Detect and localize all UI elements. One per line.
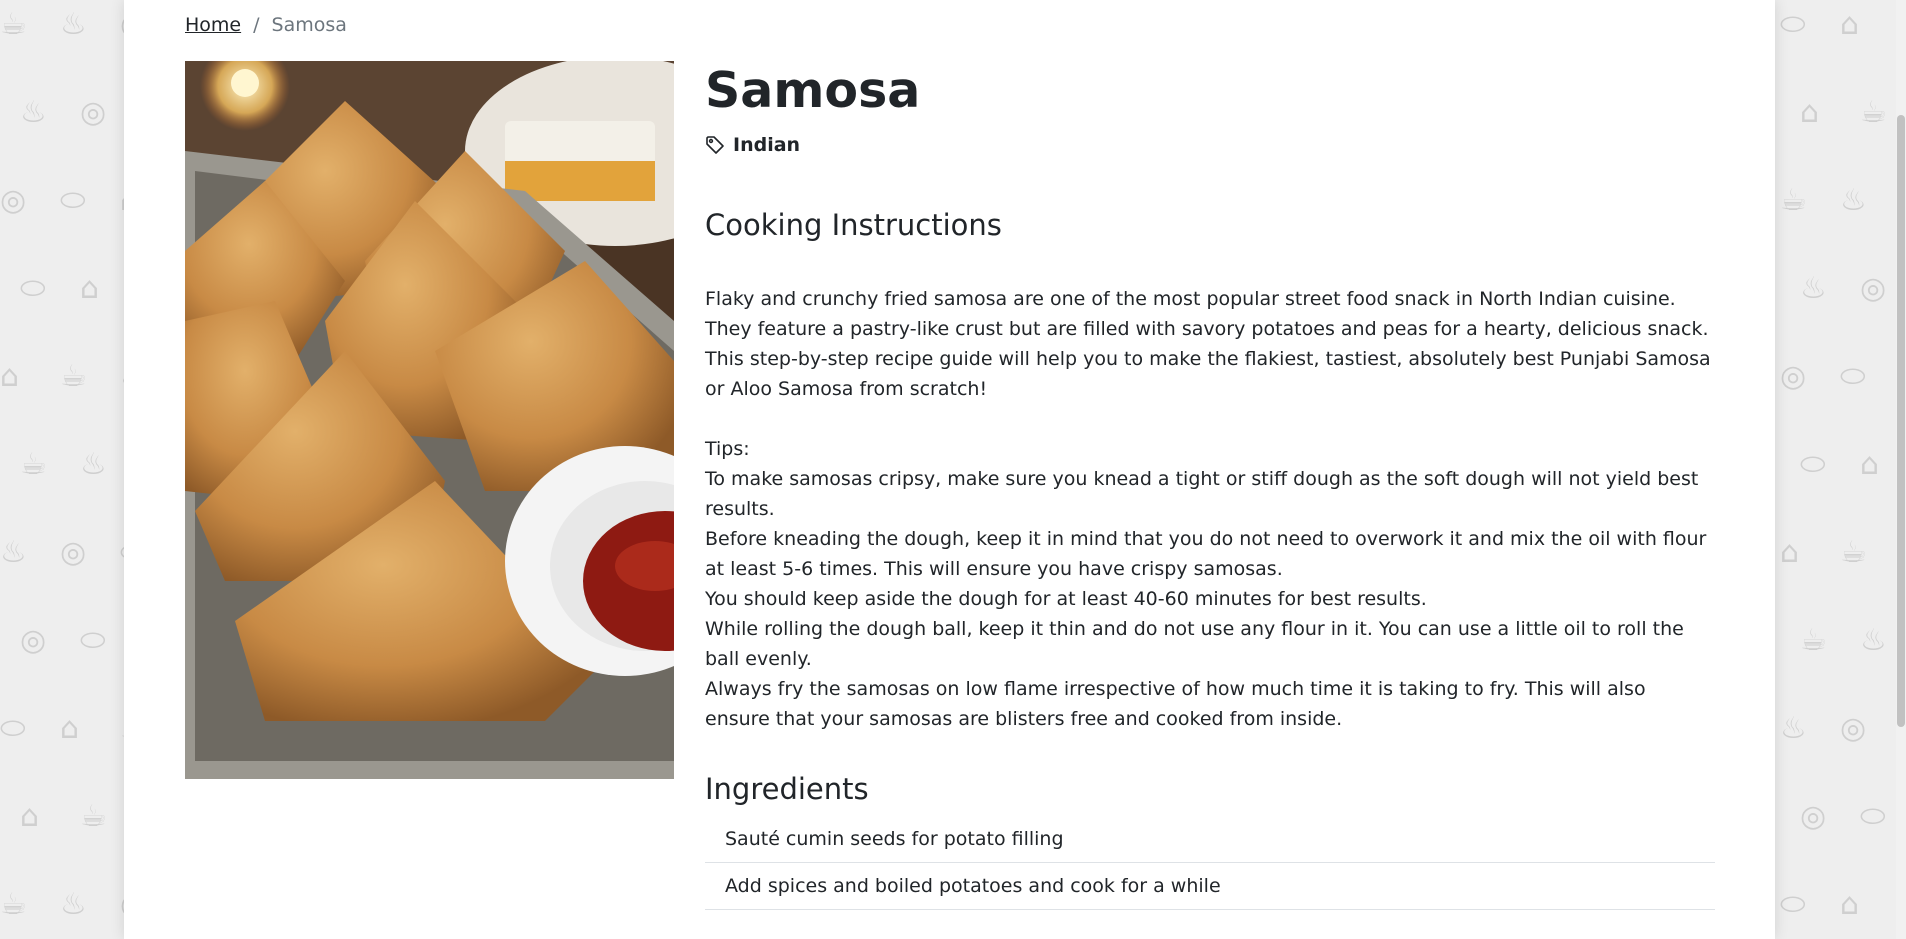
background-food-icon: ☕ <box>1800 623 1827 658</box>
background-food-icon: ♨ <box>1800 271 1827 306</box>
cuisine-label: Indian <box>733 134 801 156</box>
background-food-icon: ◎ <box>1780 359 1807 394</box>
background-food-icon: ☕ <box>1840 535 1867 570</box>
background-food-icon: ⬭ <box>80 623 106 658</box>
background-food-icon: ♨ <box>80 447 107 482</box>
instructions-body: Flaky and crunchy fried samosa are one o… <box>705 284 1715 734</box>
background-food-icon: ⬭ <box>1780 7 1806 42</box>
instructions-intro-line: They feature a pastry-like crust but are… <box>705 318 1709 340</box>
background-food-icon: ⬭ <box>1860 799 1886 834</box>
background-food-icon: ⌂ <box>80 271 100 306</box>
background-food-icon: ⬭ <box>60 183 86 218</box>
breadcrumb-current: Samosa <box>271 14 347 36</box>
breadcrumb: Home / Samosa <box>185 14 347 36</box>
background-food-icon: ⬭ <box>1780 887 1806 922</box>
background-food-icon: ⌂ <box>20 799 40 834</box>
background-food-icon: ☕ <box>0 7 27 42</box>
background-food-icon: ◎ <box>0 183 27 218</box>
background-food-icon: ◎ <box>20 623 47 658</box>
background-food-icon: ☕ <box>60 359 87 394</box>
cuisine-tag: Indian <box>705 134 1715 156</box>
tip-item: Always fry the samosas on low flame irre… <box>705 678 1646 730</box>
background-food-icon: ◎ <box>1800 799 1827 834</box>
background-food-icon: ⬭ <box>1800 447 1826 482</box>
background-food-icon: ♨ <box>0 535 27 570</box>
ingredients-title: Ingredients <box>705 772 869 806</box>
tip-item: To make samosas cripsy, make sure you kn… <box>705 468 1699 520</box>
background-food-icon: ☕ <box>20 447 47 482</box>
instructions-title: Cooking Instructions <box>705 208 1002 242</box>
background-food-icon: ⬭ <box>1840 359 1866 394</box>
background-food-icon: ♨ <box>60 887 87 922</box>
background-food-icon: ♨ <box>1840 183 1867 218</box>
background-food-icon: ♨ <box>60 7 87 42</box>
tip-item: You should keep aside the dough for at l… <box>705 588 1427 610</box>
background-food-icon: ⌂ <box>1800 95 1820 130</box>
ingredients-list: Sauté cumin seeds for potato filling Add… <box>705 816 1715 910</box>
background-food-icon: ◎ <box>1840 711 1867 746</box>
background-food-icon: ⬭ <box>0 711 26 746</box>
background-food-icon: ⌂ <box>1860 447 1880 482</box>
background-food-icon: ⬭ <box>20 271 46 306</box>
background-food-icon: ♨ <box>1780 711 1807 746</box>
tip-item: While rolling the dough ball, keep it th… <box>705 618 1684 670</box>
ingredient-item: Add spices and boiled potatoes and cook … <box>705 863 1715 910</box>
breadcrumb-home-link[interactable]: Home <box>185 14 241 36</box>
background-food-icon: ⌂ <box>1780 535 1800 570</box>
recipe-content: Samosa Indian Cooking Instructions Flaky… <box>705 58 1715 910</box>
tips-label: Tips: <box>705 438 750 460</box>
tip-item: Before kneading the dough, keep it in mi… <box>705 528 1707 580</box>
background-food-icon: ⌂ <box>1840 7 1860 42</box>
scrollbar[interactable] <box>1896 0 1906 939</box>
background-food-icon: ♨ <box>1860 623 1887 658</box>
background-food-icon: ☕ <box>1860 95 1887 130</box>
background-food-icon: ⌂ <box>0 359 20 394</box>
background-food-icon: ☕ <box>1780 183 1807 218</box>
background-food-icon: ◎ <box>60 535 87 570</box>
scrollbar-thumb[interactable] <box>1897 115 1905 727</box>
tag-icon <box>706 136 724 154</box>
background-food-icon: ⌂ <box>1840 887 1860 922</box>
instructions-intro-line: This step-by-step recipe guide will help… <box>705 348 1711 400</box>
background-food-icon: ⌂ <box>60 711 80 746</box>
background-food-icon: ◎ <box>80 95 107 130</box>
recipe-image <box>185 61 674 779</box>
ingredient-item: Sauté cumin seeds for potato filling <box>705 816 1715 863</box>
recipe-title: Samosa <box>705 62 921 119</box>
background-food-icon: ♨ <box>20 95 47 130</box>
background-food-icon: ☕ <box>80 799 107 834</box>
background-food-icon: ◎ <box>1860 271 1887 306</box>
breadcrumb-separator: / <box>253 14 260 36</box>
background-food-icon: ☕ <box>0 887 27 922</box>
instructions-intro-line: Flaky and crunchy fried samosa are one o… <box>705 288 1676 310</box>
